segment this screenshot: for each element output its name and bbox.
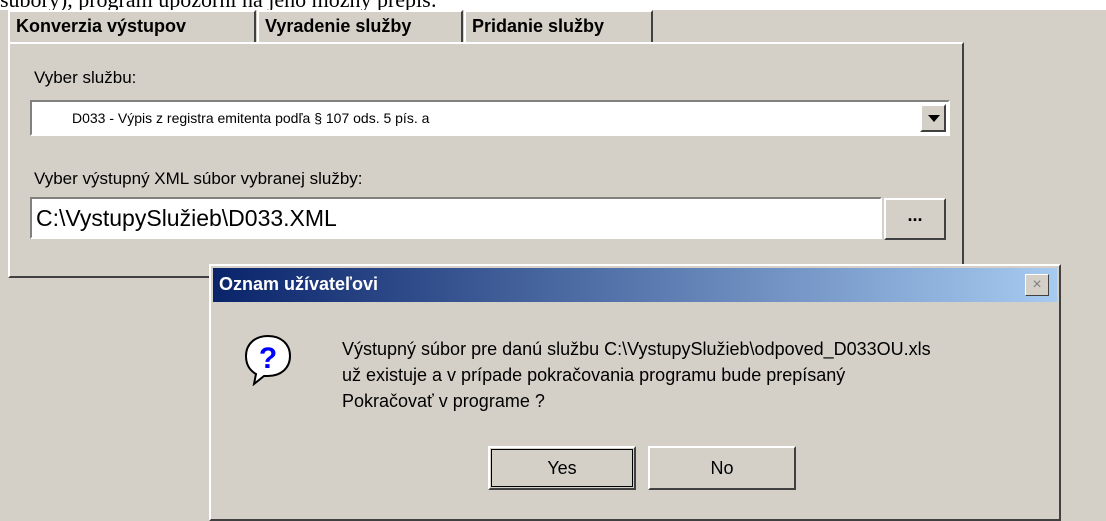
confirm-dialog: Oznam užívateľovi × ? Výstupný súbor pre… — [209, 264, 1061, 521]
tab-pridanie-sluzby[interactable]: Pridanie služby — [464, 10, 653, 43]
conversion-panel: Vyber službu: D033 - Výpis z registra em… — [8, 42, 964, 278]
tab-label: Pridanie služby — [472, 16, 605, 36]
message-line: Pokračovať v programe ? — [342, 391, 545, 411]
service-selected-value: D033 - Výpis z registra emitenta podľa §… — [72, 110, 430, 126]
chevron-down-icon — [928, 115, 940, 122]
tab-label: Vyradenie služby — [265, 16, 412, 36]
no-button[interactable]: No — [648, 446, 796, 490]
service-label: Vyber službu: — [34, 68, 137, 87]
document-text: súbory), program upozorní na jeho možný … — [0, 0, 437, 10]
xml-file-label: Vyber výstupný XML súbor vybranej služby… — [34, 169, 363, 188]
document-text-strip: súbory), program upozorní na jeho možný … — [0, 0, 1106, 10]
dropdown-button[interactable] — [920, 104, 946, 132]
tab-vyradenie-sluzby[interactable]: Vyradenie služby — [257, 10, 463, 43]
browse-button[interactable]: ... — [884, 198, 946, 240]
message-line: už existuje a v prípade pokračovania pro… — [342, 365, 846, 385]
message-line: Výstupný súbor pre danú službu C:\Vystup… — [342, 339, 931, 359]
close-icon: × — [1032, 276, 1042, 293]
service-select[interactable]: D033 - Výpis z registra emitenta podľa §… — [30, 100, 950, 136]
tab-konverzia-vystupov[interactable]: Konverzia výstupov — [8, 10, 256, 43]
dialog-titlebar[interactable]: Oznam užívateľovi × — [213, 268, 1057, 302]
xml-path-input[interactable]: C:\VystupySlužieb\D033.XML — [30, 197, 882, 239]
tab-label: Konverzia výstupov — [16, 16, 187, 36]
dialog-title: Oznam užívateľovi — [219, 274, 378, 294]
question-icon: ? — [244, 334, 292, 386]
close-button[interactable]: × — [1025, 274, 1049, 296]
yes-button[interactable]: Yes — [488, 446, 636, 490]
svg-text:?: ? — [259, 342, 277, 375]
